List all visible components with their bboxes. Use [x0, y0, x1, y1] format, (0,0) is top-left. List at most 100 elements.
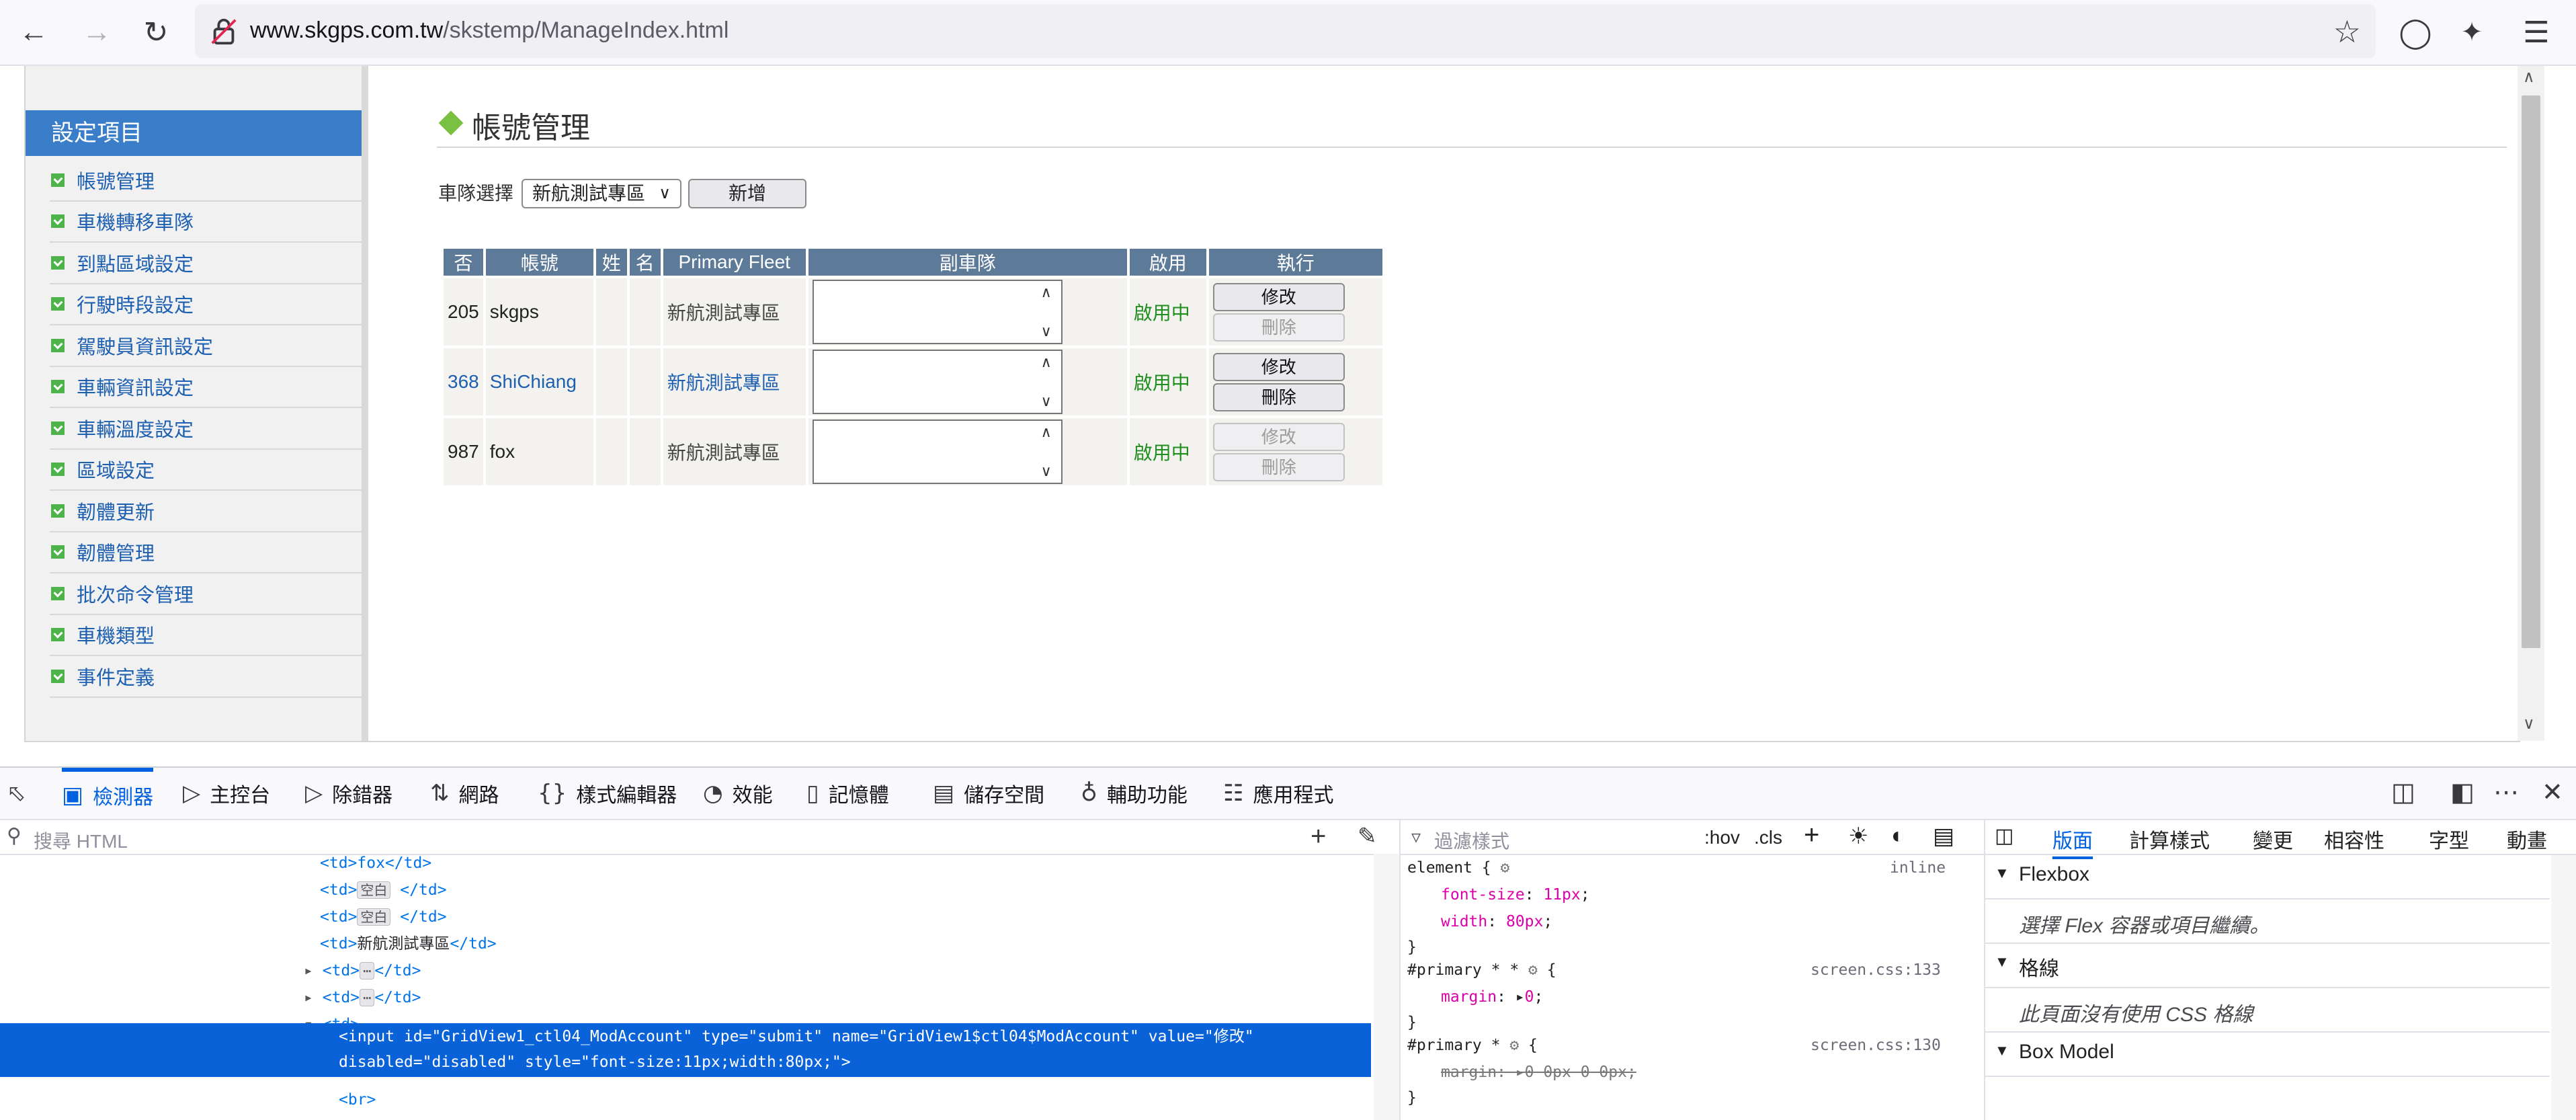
rule-declaration-overridden[interactable]: margin: ▸0 0px 0 0px; [1441, 1064, 1636, 1081]
rule-selector[interactable]: #primary * * ⚙ { [1407, 961, 1556, 979]
devtools-tab[interactable]: ♁ 輔助功能 [1081, 768, 1188, 819]
devtools-tab[interactable]: ▷ 主控台 [183, 768, 270, 819]
bookmark-star-icon[interactable]: ☆ [2333, 13, 2361, 50]
insecure-lock-icon[interactable] [208, 16, 239, 47]
add-account-button[interactable]: 新增 [688, 179, 806, 208]
rule-source[interactable]: screen.css:130 [1811, 1037, 1941, 1054]
markup-line[interactable]: <td> 空白 </td> [320, 904, 447, 930]
sidebar-item[interactable]: 帳號管理 [50, 160, 362, 202]
rule-declaration[interactable]: margin: ▸0; [1441, 988, 1543, 1006]
eyedropper-icon[interactable]: ✎ [1358, 823, 1377, 850]
devtools-tab[interactable]: {} 樣式編輯器 [538, 768, 677, 819]
fleet-select[interactable]: 新航測試專區 ∨ [522, 179, 681, 208]
rule-declaration[interactable]: font-size: 11px; [1441, 886, 1590, 904]
sidebar-item[interactable]: 韌體更新 [50, 491, 362, 532]
markup-line[interactable]: <td>新航測試專區</td> [320, 930, 497, 957]
markup-line[interactable]: <td> 空白 </td> [320, 877, 447, 904]
sidebar-item[interactable]: 批次命令管理 [50, 573, 362, 615]
markup-line[interactable]: ▸ <td> ⋯ </td> [304, 984, 421, 1011]
sidebar-item[interactable]: 區域設定 [50, 450, 362, 491]
devtools-tab[interactable]: ▣ 檢測器 [62, 768, 154, 819]
sub-fleet-listbox[interactable]: ∧ ∨ [812, 419, 1063, 484]
back-icon[interactable]: ← [15, 13, 52, 51]
column-header[interactable]: 否 [444, 249, 483, 276]
edit-button[interactable]: 修改 [1212, 352, 1345, 381]
devtools-tab[interactable]: ▷ 除錯器 [305, 768, 392, 819]
shield-icon[interactable]: ◯ [2397, 13, 2434, 51]
sub-fleet-listbox[interactable]: ∧ ∨ [812, 280, 1063, 344]
layout-scrollbar[interactable] [2551, 855, 2576, 1120]
layout-tab[interactable]: 動畫 [2507, 824, 2547, 854]
chevron-down-icon[interactable]: ∨ [1041, 463, 1052, 480]
dock-icon[interactable]: ◧ [2450, 777, 2475, 807]
sidebar-toggle-icon[interactable]: ◫ [1995, 824, 2013, 848]
page-scrollbar[interactable]: ∧ ∨ [2518, 66, 2544, 741]
address-bar[interactable]: www.skgps.com.tw/skstemp/ManageIndex.htm… [195, 4, 2376, 58]
chevron-up-icon[interactable]: ∧ [1041, 354, 1052, 371]
devtools-tab[interactable]: ▯ 記憶體 [806, 768, 889, 819]
boxmodel-section[interactable]: ▼ Box Model [1985, 1033, 2550, 1077]
scrollbar-thumb[interactable] [2522, 95, 2540, 648]
edit-button[interactable]: 修改 [1212, 282, 1345, 311]
responsive-design-icon[interactable]: ◫ [2391, 777, 2415, 807]
layout-tab[interactable]: 相容性 [2324, 824, 2384, 854]
devtools-tab[interactable]: ◔ 效能 [703, 768, 773, 819]
sidebar-item[interactable]: 駕駛員資訊設定 [50, 325, 362, 367]
markup-line[interactable]: <br> [339, 1086, 376, 1113]
column-header[interactable]: 副車隊 [808, 249, 1127, 276]
delete-button[interactable]: 刪除 [1212, 383, 1345, 411]
markup-line[interactable]: <td>fox</td> [320, 850, 431, 877]
chevron-down-icon[interactable]: ∨ [1041, 393, 1052, 410]
layout-tab[interactable]: 字型 [2429, 824, 2469, 854]
light-scheme-icon[interactable]: ☀ [1848, 823, 1868, 850]
menu-icon[interactable]: ☰ [2518, 13, 2555, 51]
column-header[interactable]: Primary Fleet [663, 249, 806, 276]
column-header[interactable]: 姓 [595, 249, 627, 276]
markup-line[interactable]: ▸ <td> ⋯ </td> [304, 957, 421, 984]
devtools-tab[interactable]: ⇅ 網路 [430, 768, 499, 819]
column-header[interactable]: 啟用 [1129, 249, 1206, 276]
close-devtools-icon[interactable]: ✕ [2542, 777, 2563, 807]
html-search-bar[interactable]: ⚲ 搜尋 HTML + ✎ [0, 820, 1399, 855]
chevron-up-icon[interactable]: ∧ [1041, 424, 1052, 441]
dark-scheme-icon[interactable]: ◐ [1891, 823, 1905, 849]
scroll-up-icon[interactable]: ∧ [2523, 67, 2535, 87]
sidebar-item[interactable]: 事件定義 [50, 656, 362, 698]
rule-source[interactable]: inline [1890, 859, 1946, 877]
extensions-icon[interactable]: ✦ [2453, 13, 2491, 51]
layout-tab[interactable]: 變更 [2253, 824, 2293, 854]
devtools-tab[interactable]: ▤ 儲存空間 [933, 768, 1044, 819]
sidebar-item[interactable]: 車機類型 [50, 615, 362, 656]
element-picker-icon[interactable]: ⬁ [7, 768, 36, 819]
selected-node[interactable]: <input id="GridView1_ctl04_ModAccount" t… [0, 1023, 1371, 1077]
sub-fleet-listbox[interactable]: ∧ ∨ [812, 350, 1063, 414]
add-node-icon[interactable]: + [1311, 822, 1326, 852]
sidebar-item[interactable]: 車機轉移車隊 [50, 202, 362, 243]
devtools-tab[interactable]: ☷ 應用程式 [1223, 768, 1333, 819]
column-header[interactable]: 帳號 [485, 249, 593, 276]
column-header[interactable]: 名 [629, 249, 661, 276]
rule-declaration[interactable]: width: 80px; [1441, 913, 1552, 930]
reload-icon[interactable]: ↻ [137, 13, 175, 51]
layout-tab[interactable]: 計算樣式 [2129, 824, 2210, 854]
grid-section[interactable]: ▼ 格線 [1985, 944, 2550, 988]
rule-selector[interactable]: element { ⚙ [1407, 859, 1509, 877]
scroll-down-icon[interactable]: ∨ [2523, 714, 2535, 733]
rule-source[interactable]: screen.css:133 [1811, 961, 1941, 979]
forward-icon[interactable]: → [78, 13, 116, 51]
print-media-icon[interactable]: ▤ [1933, 823, 1954, 850]
more-options-icon[interactable]: ⋯ [2493, 777, 2519, 807]
hover-toggle[interactable]: :hov [1704, 827, 1740, 848]
html-search-input[interactable]: 搜尋 HTML [34, 827, 128, 854]
sidebar-item[interactable]: 到點區域設定 [50, 243, 362, 284]
add-rule-icon[interactable]: + [1804, 820, 1819, 850]
sidebar-item[interactable]: 韌體管理 [50, 532, 362, 573]
chevron-up-icon[interactable]: ∧ [1041, 284, 1052, 301]
sidebar-item[interactable]: 行駛時段設定 [50, 284, 362, 325]
chevron-down-icon[interactable]: ∨ [1041, 323, 1052, 340]
class-toggle[interactable]: .cls [1754, 827, 1782, 848]
column-header[interactable]: 執行 [1208, 249, 1382, 276]
sidebar-item[interactable]: 車輛資訊設定 [50, 367, 362, 408]
flexbox-section[interactable]: ▼ Flexbox [1985, 855, 2550, 899]
markup-scrollbar[interactable] [1374, 854, 1399, 1120]
